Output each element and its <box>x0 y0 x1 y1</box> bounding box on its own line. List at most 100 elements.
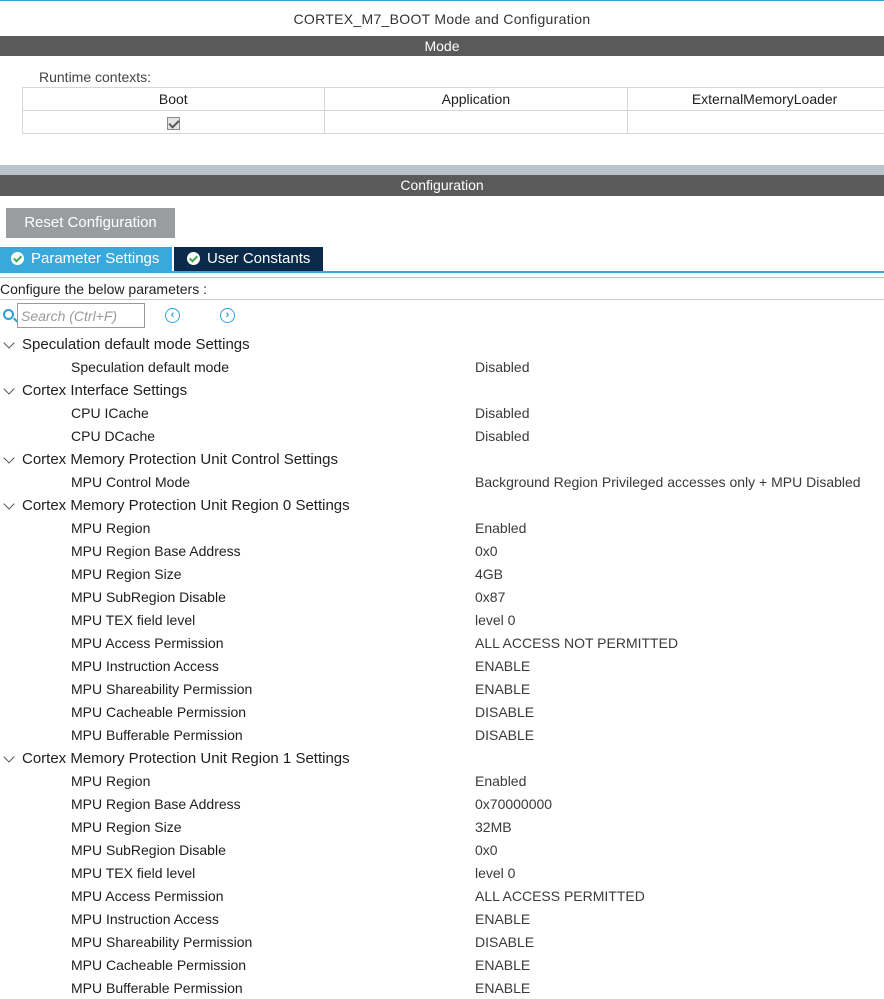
parameter-row[interactable]: CPU ICache Disabled <box>0 402 884 425</box>
column-application: Application <box>323 87 629 111</box>
parameter-value[interactable]: ENABLE <box>475 977 530 999</box>
tab-user-constants[interactable]: User Constants <box>174 247 323 271</box>
parameter-value[interactable]: Enabled <box>475 517 526 540</box>
parameter-value[interactable]: 32MB <box>475 816 512 839</box>
parameter-value[interactable]: ENABLE <box>475 655 530 678</box>
parameter-value[interactable]: Background Region Privileged accesses on… <box>475 471 861 494</box>
parameter-value[interactable]: ENABLE <box>475 678 530 701</box>
reset-configuration-button[interactable]: Reset Configuration <box>6 208 175 238</box>
runtime-contexts-header-row: Boot Application ExternalMemoryLoader <box>22 87 884 111</box>
parameter-value[interactable]: Disabled <box>475 425 529 448</box>
parameter-row[interactable]: MPU Region Size 4GB <box>0 563 884 586</box>
settings-group-row[interactable]: Cortex Memory Protection Unit Control Se… <box>0 448 884 471</box>
boot-checkbox[interactable] <box>166 116 180 130</box>
parameter-value[interactable]: level 0 <box>475 862 515 885</box>
parameter-value[interactable]: ALL ACCESS NOT PERMITTED <box>475 632 678 655</box>
parameter-value[interactable]: 0x0 <box>475 540 498 563</box>
parameter-row[interactable]: MPU Bufferable Permission DISABLE <box>0 724 884 747</box>
parameter-row[interactable]: MPU Region Base Address 0x70000000 <box>0 793 884 816</box>
parameter-name: MPU Shareability Permission <box>71 934 253 950</box>
parameter-row[interactable]: CPU DCache Disabled <box>0 425 884 448</box>
parameter-name: MPU Access Permission <box>71 888 224 904</box>
check-circle-icon <box>187 252 200 265</box>
chevron-down-icon[interactable] <box>3 383 15 395</box>
parameter-value[interactable]: DISABLE <box>475 701 534 724</box>
parameter-value[interactable]: ENABLE <box>475 954 530 977</box>
parameter-row[interactable]: Speculation default mode Disabled <box>0 356 884 379</box>
parameter-row[interactable]: MPU Control Mode Background Region Privil… <box>0 471 884 494</box>
parameter-row[interactable]: MPU Bufferable Permission ENABLE <box>0 977 884 999</box>
parameter-row[interactable]: MPU Shareability Permission ENABLE <box>0 678 884 701</box>
settings-group-row[interactable]: Cortex Memory Protection Unit Region 1 S… <box>0 747 884 770</box>
parameter-value[interactable]: DISABLE <box>475 931 534 954</box>
configuration-section-header[interactable]: Configuration <box>0 175 884 196</box>
tab-bar: Parameter Settings User Constants <box>0 247 884 271</box>
parameter-value[interactable]: 0x0 <box>475 839 498 862</box>
parameter-row[interactable]: MPU Instruction Access ENABLE <box>0 655 884 678</box>
chevron-down-icon[interactable] <box>3 337 15 349</box>
parameter-row[interactable]: MPU TEX field level level 0 <box>0 609 884 632</box>
parameter-row[interactable]: MPU Access Permission ALL ACCESS NOT PERM… <box>0 632 884 655</box>
settings-group-row[interactable]: Cortex Interface Settings <box>0 379 884 402</box>
application-cell[interactable] <box>323 110 629 134</box>
parameter-name: MPU Shareability Permission <box>71 681 253 697</box>
parameter-name: CPU DCache <box>71 428 156 444</box>
parameter-row[interactable]: MPU Region Base Address 0x0 <box>0 540 884 563</box>
boot-cell <box>22 110 325 134</box>
parameter-value[interactable]: Disabled <box>475 402 529 425</box>
parameter-name: MPU Access Permission <box>71 635 224 651</box>
parameter-value[interactable]: ALL ACCESS PERMITTED <box>475 885 645 908</box>
parameter-name: MPU Cacheable Permission <box>71 704 247 720</box>
chevron-down-icon[interactable] <box>3 452 15 464</box>
chevron-down-icon[interactable] <box>3 751 15 763</box>
search-input[interactable] <box>17 303 145 328</box>
settings-group-title: Cortex Memory Protection Unit Region 0 S… <box>22 497 350 514</box>
parameter-name: MPU TEX field level <box>71 865 196 881</box>
chevron-left-circle-icon[interactable]: ‹ <box>165 308 180 323</box>
parameter-row[interactable]: MPU Instruction Access ENABLE <box>0 908 884 931</box>
settings-group-title: Cortex Memory Protection Unit Control Se… <box>22 451 338 468</box>
parameter-name: MPU Region <box>71 520 151 536</box>
parameter-row[interactable]: MPU TEX field level level 0 <box>0 862 884 885</box>
divider <box>0 299 884 300</box>
parameter-row[interactable]: MPU SubRegion Disable 0x87 <box>0 586 884 609</box>
tab-parameter-settings[interactable]: Parameter Settings <box>0 247 172 271</box>
parameter-name: MPU Instruction Access <box>71 911 219 927</box>
mode-section-header[interactable]: Mode <box>0 36 884 56</box>
parameter-row[interactable]: MPU Region Size 32MB <box>0 816 884 839</box>
parameter-name: MPU Control Mode <box>71 474 191 490</box>
parameter-name: MPU SubRegion Disable <box>71 842 226 858</box>
parameter-name: MPU Region Size <box>71 566 182 582</box>
parameter-value[interactable]: ENABLE <box>475 908 530 931</box>
search-icon[interactable] <box>3 309 14 320</box>
parameter-row[interactable]: MPU Cacheable Permission ENABLE <box>0 954 884 977</box>
parameter-name: MPU Cacheable Permission <box>71 957 247 973</box>
column-boot: Boot <box>22 87 325 111</box>
parameter-value[interactable]: Enabled <box>475 770 526 793</box>
parameter-row[interactable]: MPU Cacheable Permission DISABLE <box>0 701 884 724</box>
window-title: CORTEX_M7_BOOT Mode and Configuration <box>0 0 884 36</box>
parameter-name: MPU Bufferable Permission <box>71 980 243 996</box>
settings-group-row[interactable]: Cortex Memory Protection Unit Region 0 S… <box>0 494 884 517</box>
parameter-tree: Speculation default mode Settings Specula… <box>0 333 884 999</box>
settings-group-title: Cortex Interface Settings <box>22 382 188 399</box>
parameter-value[interactable]: DISABLE <box>475 724 534 747</box>
chevron-down-icon[interactable] <box>3 498 15 510</box>
parameter-value[interactable]: Disabled <box>475 356 529 379</box>
external-memory-loader-cell[interactable] <box>627 110 884 134</box>
parameter-row[interactable]: MPU SubRegion Disable 0x0 <box>0 839 884 862</box>
parameter-row[interactable]: MPU Shareability Permission DISABLE <box>0 931 884 954</box>
parameter-value[interactable]: 4GB <box>475 563 503 586</box>
parameter-row[interactable]: MPU Region Enabled <box>0 770 884 793</box>
runtime-contexts-check-row <box>22 110 884 134</box>
parameter-value[interactable]: level 0 <box>475 609 515 632</box>
tab-user-constants-label: User Constants <box>207 250 311 267</box>
parameter-value[interactable]: 0x87 <box>475 586 505 609</box>
chevron-right-circle-icon[interactable]: › <box>220 308 235 323</box>
parameter-row[interactable]: MPU Access Permission ALL ACCESS PERMITTE… <box>0 885 884 908</box>
parameter-row[interactable]: MPU Region Enabled <box>0 517 884 540</box>
tab-underline <box>0 271 884 273</box>
parameter-value[interactable]: 0x70000000 <box>475 793 552 816</box>
parameter-name: MPU TEX field level <box>71 612 196 628</box>
settings-group-row[interactable]: Speculation default mode Settings <box>0 333 884 356</box>
